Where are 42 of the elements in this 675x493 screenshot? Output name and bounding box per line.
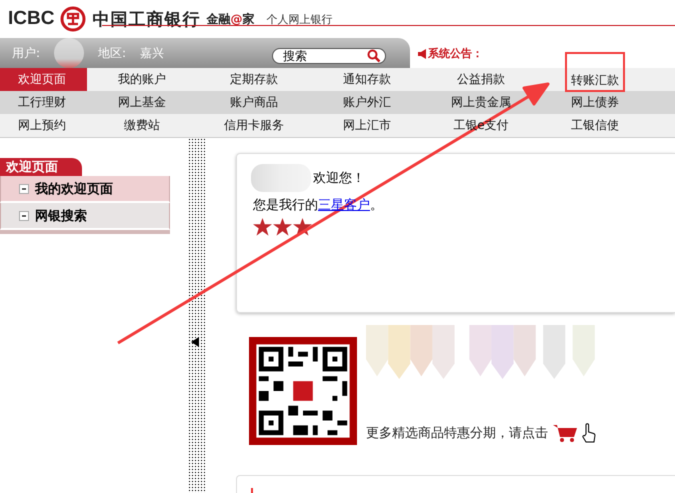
subtitle: 个人网上银行 xyxy=(266,12,332,26)
nav-tab[interactable]: 网上预约 xyxy=(0,114,87,137)
search-icon xyxy=(367,49,381,63)
search-field[interactable]: 搜索 xyxy=(272,48,386,64)
nav-tab[interactable]: 公益捐款 xyxy=(453,69,509,90)
nav-tab[interactable]: 欢迎页面 xyxy=(0,68,87,91)
promo-text: 更多精选商品特惠分期，请点击 xyxy=(366,425,548,442)
collapse-icon xyxy=(19,184,29,194)
nav-tab[interactable]: 转账汇款 xyxy=(567,70,623,91)
notice-label: 系统公告： xyxy=(428,46,483,61)
sidebar-item[interactable]: 网银搜索 xyxy=(0,203,170,230)
sidebar-title: 欢迎页面 xyxy=(0,158,82,176)
hand-pointer-icon xyxy=(582,423,596,443)
blurred-name xyxy=(54,38,84,68)
nav-tab[interactable]: 网上债券 xyxy=(567,92,623,113)
sidebar-item[interactable]: 我的欢迎页面 xyxy=(0,176,170,203)
logo-text: ICBC xyxy=(8,8,54,30)
speaker-icon xyxy=(418,49,426,59)
nav-tab[interactable]: 定期存款 xyxy=(226,69,282,90)
nav-tab[interactable]: 信用卡服务 xyxy=(220,115,288,136)
nav-tab[interactable]: 网上基金 xyxy=(114,92,170,113)
nav-tab[interactable]: 账户外汇 xyxy=(339,92,395,113)
slogan: 金融@家 xyxy=(206,10,254,28)
nav-tab[interactable]: 网上汇市 xyxy=(339,115,395,136)
bank-emblem-icon xyxy=(60,6,86,32)
nav-tab[interactable]: 工行理财 xyxy=(0,91,87,114)
cart-icon[interactable] xyxy=(552,423,578,443)
blurred-name xyxy=(251,164,311,192)
region-label: 地区: xyxy=(98,44,126,62)
nav-tab[interactable]: 工银信使 xyxy=(567,115,623,136)
user-label: 用户: xyxy=(12,44,40,62)
greeting: 欢迎您！ xyxy=(313,170,365,187)
nav-tab[interactable]: 通知存款 xyxy=(339,69,395,90)
collapse-icon xyxy=(19,210,29,220)
nav-tab[interactable]: 我的账户 xyxy=(114,69,170,90)
nav-tab[interactable]: 网上贵金属 xyxy=(447,92,515,113)
collapse-arrow-icon[interactable] xyxy=(191,337,199,347)
nav-tab[interactable]: 缴费站 xyxy=(120,115,164,136)
star-icon xyxy=(273,218,292,236)
region-value: 嘉兴 xyxy=(140,44,164,62)
star-icon xyxy=(253,218,272,236)
nav-tab[interactable]: 账户商品 xyxy=(226,92,282,113)
